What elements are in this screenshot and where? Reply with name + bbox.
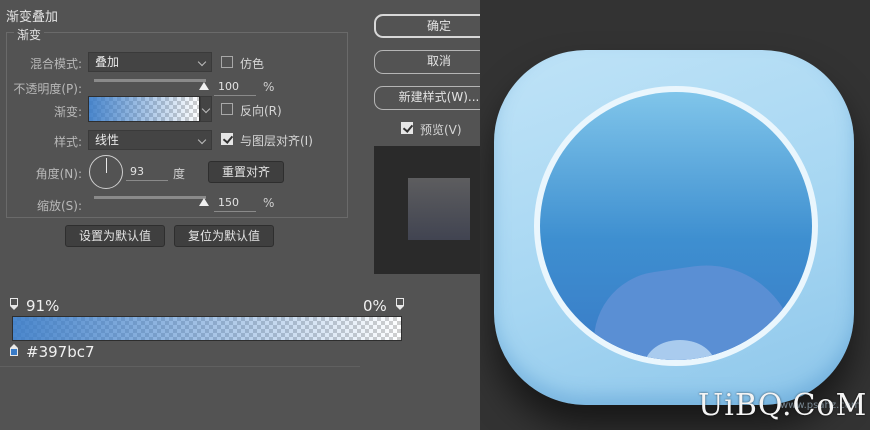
style-value: 线性 [95, 133, 120, 147]
angle-input[interactable]: 93 [126, 163, 168, 181]
opacity-stop-left[interactable] [10, 298, 18, 310]
opacity-stop-tip [396, 306, 404, 310]
color-stop-hex: #397bc7 [26, 343, 95, 361]
blend-mode-value: 叠加 [95, 55, 120, 69]
opacity-stop-right[interactable] [396, 298, 404, 310]
scale-slider-thumb[interactable] [199, 198, 209, 206]
align-with-layer-checkbox[interactable] [221, 133, 233, 145]
reset-default-button[interactable]: 复位为默认值 [174, 225, 274, 247]
right-opacity-value: 0% [363, 297, 387, 315]
opacity-stop-body [10, 298, 18, 306]
layer-style-dialog: 渐变叠加 渐变 混合模式: 叠加 仿色 不透明度(P): 100 % 渐变: 反… [0, 0, 504, 430]
left-opacity-value: 91% [26, 297, 60, 315]
preview-checkbox[interactable] [401, 122, 413, 134]
scale-slider-track[interactable] [94, 196, 206, 199]
make-default-button[interactable]: 设置为默认值 [65, 225, 165, 247]
opacity-slider-thumb[interactable] [199, 82, 209, 90]
blend-mode-select[interactable]: 叠加 [88, 52, 212, 72]
dither-label: 仿色 [240, 57, 265, 71]
reverse-checkbox[interactable] [221, 103, 233, 115]
gradient-fill [89, 97, 199, 121]
opacity-stop-tip [10, 306, 18, 310]
color-stop-tip [10, 344, 18, 348]
angle-dial[interactable] [89, 155, 123, 189]
preview-swatch [408, 178, 470, 240]
watermark-logo: UiBQ.CoM [698, 388, 868, 423]
angle-unit: 度 [173, 167, 186, 181]
blend-mode-label: 混合模式: [29, 57, 82, 71]
reset-align-button[interactable]: 重置对齐 [208, 161, 284, 183]
chevron-down-icon [201, 104, 211, 114]
opacity-stop-body [396, 298, 404, 306]
align-with-layer-label: 与图层对齐(I) [240, 134, 313, 148]
scale-label: 缩放(S): [36, 199, 82, 213]
preview-label: 预览(V) [420, 123, 462, 137]
preview-box [374, 146, 480, 274]
chevron-down-icon [197, 57, 207, 67]
artwork-canvas: www.psahz.com UiBQ.CoM [480, 0, 870, 430]
opacity-unit: % [263, 80, 275, 94]
app-icon-disc [540, 92, 812, 360]
section-title: 渐变叠加 [6, 10, 59, 25]
style-label: 样式: [53, 135, 82, 149]
gradient-bar[interactable] [12, 316, 402, 341]
gradient-bar-fill [13, 317, 401, 340]
angle-label: 角度(N): [35, 167, 82, 181]
gradient-picker[interactable] [88, 96, 200, 122]
opacity-slider-track[interactable] [94, 79, 206, 82]
dither-checkbox[interactable] [221, 56, 233, 68]
gradient-label: 渐变: [53, 105, 82, 119]
opacity-label: 不透明度(P): [13, 82, 82, 96]
group-label: 渐变 [14, 26, 45, 43]
color-stop-body [10, 348, 18, 356]
reverse-label: 反向(R) [240, 104, 282, 118]
angle-needle [106, 158, 107, 173]
opacity-input[interactable]: 100 [214, 78, 256, 96]
gradient-dropdown[interactable] [200, 96, 212, 122]
style-select[interactable]: 线性 [88, 130, 212, 150]
color-stop[interactable] [10, 344, 18, 356]
divider [0, 366, 360, 367]
chevron-down-icon [197, 135, 207, 145]
scale-input[interactable]: 150 [214, 194, 256, 212]
scale-unit: % [263, 196, 275, 210]
